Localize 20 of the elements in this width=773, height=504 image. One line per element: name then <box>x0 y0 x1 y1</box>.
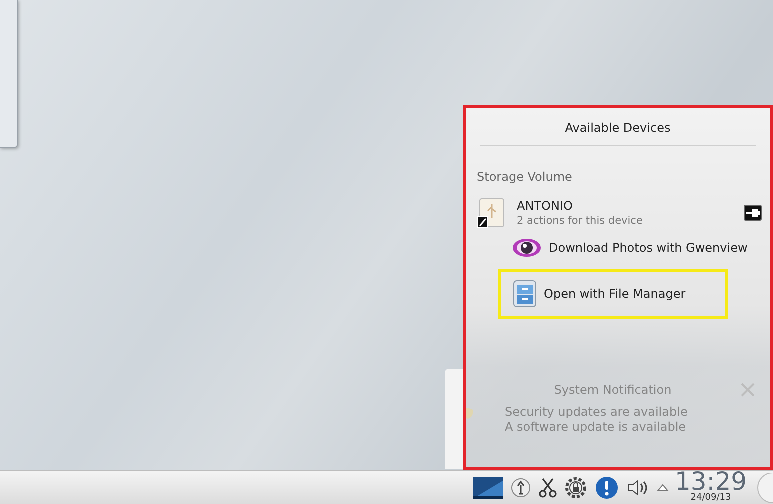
gear-lock-icon[interactable] <box>564 476 587 498</box>
eject-button[interactable] <box>744 205 762 221</box>
device-name: ANTONIO <box>517 199 574 213</box>
notification-text: A software update is available <box>505 420 688 434</box>
speaker-icon[interactable] <box>626 478 649 498</box>
plug-icon <box>746 209 760 217</box>
notification-text: Security updates are available <box>505 405 689 419</box>
expand-tray-icon[interactable] <box>656 484 669 492</box>
alert-icon[interactable] <box>594 476 619 500</box>
scissors-icon[interactable] <box>538 478 557 498</box>
notification-title: System Notification <box>553 383 673 397</box>
file-cabinet-icon <box>513 280 537 308</box>
popup-title: Available Devices <box>565 121 671 135</box>
device-action[interactable]: Open with File Manager <box>498 269 728 319</box>
desktop-thumbnail-icon[interactable] <box>472 476 503 498</box>
device-subtitle: 2 actions for this device <box>517 215 644 227</box>
section-label: Storage Volume <box>477 170 574 184</box>
usb-drive-icon <box>477 197 507 229</box>
device-action[interactable]: Download Photos with Gwenview <box>497 231 755 265</box>
clock-date: 24/09/13 <box>690 494 732 502</box>
